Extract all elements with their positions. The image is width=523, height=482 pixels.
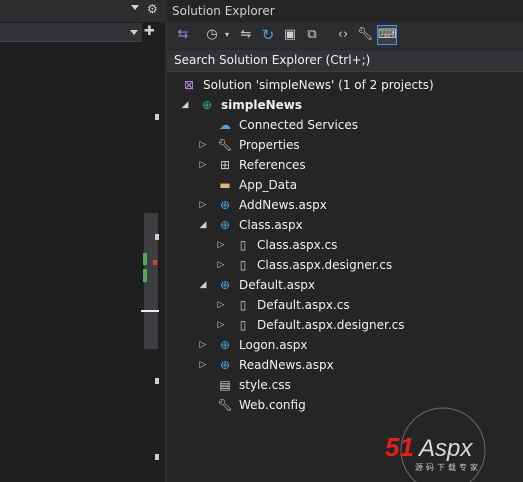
solution-explorer: Solution Explorer ⇆ ◷ ▾ ⇋ ↻ ▣ ⧉ ‹› 🔧︎ ⌨ … (167, 0, 523, 482)
svg-text:Aspx: Aspx (417, 435, 473, 462)
tree-item[interactable]: ◢ ⊕ Class.aspx (167, 215, 523, 235)
tree-item[interactable]: ▷ ▯ Default.aspx.designer.cs (167, 315, 523, 335)
collapsed-arrow-icon[interactable]: ▷ (215, 235, 227, 255)
tree-item[interactable]: ☁ Connected Services (167, 115, 523, 135)
collapsed-arrow-icon[interactable]: ▷ (215, 295, 227, 315)
collapsed-arrow-icon[interactable]: ▷ (197, 155, 209, 175)
preview-icon[interactable]: ⌨ (377, 25, 397, 45)
collapsed-arrow-icon[interactable]: ▷ (197, 195, 209, 215)
tree-item-label: simpleNews (221, 98, 303, 112)
properties-icon[interactable]: 🔧︎ (356, 26, 374, 44)
watermark-logo: 51 Aspx 源码下载专家 (385, 407, 486, 482)
tree-item-label: Class.aspx.designer.cs (257, 258, 393, 272)
tree-item[interactable]: ▷ ⊕ ReadNews.aspx (167, 355, 523, 375)
caret-position-marker (141, 310, 159, 312)
search-placeholder: Search Solution Explorer (Ctrl+;) (174, 53, 371, 67)
search-input[interactable]: Search Solution Explorer (Ctrl+;) (167, 50, 523, 72)
connected-services-icon: ☁ (219, 118, 231, 132)
cs-file-icon: ▯ (239, 258, 247, 272)
gear-icon[interactable]: ⚙ (147, 2, 158, 16)
show-all-files-icon[interactable]: ⧉ (303, 26, 321, 44)
solution-explorer-toolbar: ⇆ ◷ ▾ ⇋ ↻ ▣ ⧉ ‹› 🔧︎ ⌨ (167, 22, 523, 49)
collapsed-arrow-icon[interactable]: ▷ (215, 255, 227, 275)
history-icon[interactable]: ◷ (203, 26, 221, 44)
tree-item[interactable]: ▬ App_Data (167, 175, 523, 195)
collapsed-arrow-icon[interactable]: ▷ (197, 335, 209, 355)
navigation-bar[interactable] (0, 23, 142, 42)
collapsed-arrow-icon[interactable]: ▷ (197, 355, 209, 375)
expanded-arrow-icon[interactable]: ◢ (197, 275, 209, 295)
expanded-arrow-icon[interactable]: ◢ (197, 215, 209, 235)
sync-with-document-icon[interactable]: ⇆ (174, 26, 192, 44)
editor-pane: ⚙ ✚ (0, 0, 165, 482)
tree-item[interactable]: ◢ ⊕ simpleNews (167, 95, 523, 115)
tree-item[interactable]: ⊠ Solution 'simpleNews' (1 of 2 projects) (167, 75, 523, 95)
web-file-icon: ⊕ (219, 358, 231, 372)
scroll-marker (155, 378, 159, 384)
tree-item-label: Web.config (239, 398, 306, 412)
tree-item[interactable]: ◢ ⊕ Default.aspx (167, 275, 523, 295)
expanded-arrow-icon[interactable]: ◢ (179, 95, 191, 115)
tree-item-label: Default.aspx.cs (257, 298, 350, 312)
scroll-marker (155, 234, 159, 240)
tree-item[interactable]: ▷ ⊕ Logon.aspx (167, 335, 523, 355)
change-marker (143, 253, 147, 265)
tree-item-label: Connected Services (239, 118, 359, 132)
web-file-icon: ⊕ (219, 218, 231, 232)
refresh-icon[interactable]: ↻ (259, 26, 277, 44)
split-editor-icon[interactable]: ✚ (144, 24, 155, 39)
tree-item[interactable]: ▷ 🔧︎ Properties (167, 135, 523, 155)
tree-item-label: Class.aspx (239, 218, 303, 232)
collapsed-arrow-icon[interactable]: ▷ (197, 135, 209, 155)
tree-item-label: Class.aspx.cs (257, 238, 338, 252)
tree-item-label: Solution 'simpleNews' (1 of 2 projects) (203, 78, 434, 92)
tree-item-label: Logon.aspx (239, 338, 308, 352)
tree-item-label: Default.aspx (239, 278, 315, 292)
change-marker (143, 269, 147, 282)
tree-item[interactable]: ▷ ⊞ References (167, 155, 523, 175)
tree-item[interactable]: ▷ ⊕ AddNews.aspx (167, 195, 523, 215)
cs-file-icon: ▯ (239, 318, 247, 332)
scroll-marker (155, 454, 159, 460)
editor-top-bar: ⚙ (0, 0, 165, 22)
tree-item-label: ReadNews.aspx (239, 358, 334, 372)
web-file-icon: ⊕ (219, 198, 231, 212)
view-code-icon[interactable]: ‹› (334, 26, 352, 44)
chevron-down-icon[interactable] (130, 30, 138, 35)
folder-icon: ▬ (219, 178, 231, 192)
panel-title: Solution Explorer (172, 4, 275, 18)
references-icon: ⊞ (219, 158, 231, 172)
collapse-all-icon[interactable]: ▣ (281, 26, 299, 44)
cs-file-icon: ▯ (239, 238, 247, 252)
tree-item[interactable]: ▷ ▯ Default.aspx.cs (167, 295, 523, 315)
web-file-icon: ⊕ (219, 338, 231, 352)
tree-item[interactable]: ▤ style.css (167, 375, 523, 395)
chevron-down-icon[interactable] (131, 5, 139, 10)
cs-file-icon: ▯ (239, 298, 247, 312)
config-file-icon: 🔧︎ (217, 398, 233, 412)
web-file-icon: ⊕ (219, 278, 231, 292)
dropdown-icon[interactable]: ▾ (222, 26, 232, 44)
collapsed-arrow-icon[interactable]: ▷ (215, 315, 227, 335)
tree-item-label: Properties (239, 138, 300, 152)
tree-item-label: AddNews.aspx (239, 198, 327, 212)
tree-item-label: References (239, 158, 306, 172)
tree-item[interactable]: ▷ ▯ Class.aspx.cs (167, 235, 523, 255)
svg-text:源码下载专家: 源码下载专家 (415, 462, 481, 472)
tree-item[interactable]: ▷ ▯ Class.aspx.designer.cs (167, 255, 523, 275)
svg-text:51: 51 (385, 432, 414, 462)
tree-item-label: Default.aspx.designer.cs (257, 318, 405, 332)
scroll-marker (155, 114, 159, 120)
error-marker (153, 260, 157, 265)
tree-item-label: style.css (239, 378, 291, 392)
wrench-icon: 🔧︎ (217, 138, 233, 152)
pending-changes-icon[interactable]: ⇋ (237, 26, 255, 44)
solution-icon: ⊠ (183, 78, 195, 92)
css-file-icon: ▤ (219, 378, 231, 392)
web-project-icon: ⊕ (201, 98, 213, 112)
tree-item-label: App_Data (239, 178, 298, 192)
